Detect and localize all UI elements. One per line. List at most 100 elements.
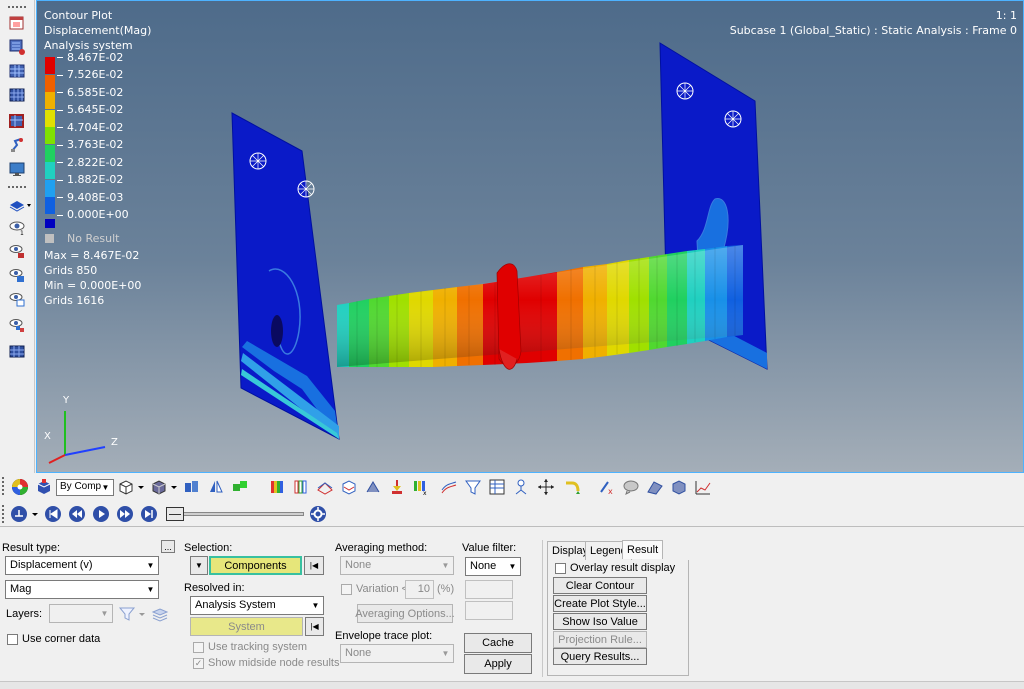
eye-isolate-icon[interactable] [7, 290, 27, 308]
value-filter-select[interactable]: None ▼ [465, 557, 521, 576]
streamline-icon[interactable] [440, 478, 458, 496]
cache-button[interactable]: Cache [464, 633, 532, 653]
funnel-icon[interactable] [464, 478, 482, 496]
mirror-icon[interactable] [207, 478, 225, 496]
graphics-viewport[interactable]: Contour Plot Displacement(Mag) Analysis … [36, 0, 1024, 473]
variation-label: Variation < [356, 583, 409, 595]
show-iso-value-button[interactable]: Show Iso Value [553, 613, 647, 630]
create-plot-style-button[interactable]: Create Plot Style... [553, 595, 647, 612]
eye-show-all-icon[interactable] [7, 316, 27, 334]
vector-icon[interactable] [364, 478, 382, 496]
tracking-icon[interactable] [512, 478, 530, 496]
toolbar-grip[interactable] [2, 505, 5, 523]
legend-value: 2.822E-02 [67, 155, 124, 169]
measure-icon[interactable] [388, 478, 406, 496]
animation-mode-dropdown-icon[interactable] [30, 505, 40, 523]
animation-mode-icon[interactable] [10, 505, 28, 523]
layer-filter-dropdown-icon[interactable] [138, 605, 146, 623]
overlay-result-checkbox[interactable] [555, 563, 566, 574]
sync-window-icon[interactable] [7, 112, 27, 130]
components-icon[interactable] [183, 478, 201, 496]
mesh-icon[interactable] [7, 342, 27, 360]
step-forward-icon[interactable] [116, 505, 134, 523]
component-select[interactable]: Mag ▼ [5, 580, 159, 599]
eye-icon[interactable]: 1 [7, 218, 27, 236]
envelope-trace-select[interactable]: None ▼ [340, 644, 454, 663]
max-value-text: Max = 8.467E-02 [44, 249, 140, 262]
clear-contour-button[interactable]: Clear Contour [553, 577, 647, 594]
layers-select[interactable]: ▼ [49, 604, 113, 623]
wireframe-icon[interactable] [117, 478, 135, 496]
use-tracking-checkbox[interactable] [193, 642, 204, 653]
selection-dropdown-button[interactable]: ▼ [190, 556, 208, 575]
window-grid-icon[interactable] [7, 86, 27, 104]
reverse-selection-button[interactable]: |◀ [304, 556, 324, 575]
skip-back-icon: |◀ [309, 561, 319, 570]
variation-checkbox[interactable] [341, 584, 352, 595]
chart-icon[interactable] [694, 478, 712, 496]
path-icon[interactable] [563, 478, 581, 496]
projection-rule-button[interactable]: Projection Rule... [553, 631, 647, 648]
add-component-icon[interactable] [231, 478, 249, 496]
contour-icon[interactable] [268, 478, 286, 496]
shaded-icon[interactable] [150, 478, 168, 496]
legend-swatch [45, 92, 55, 109]
note-icon[interactable] [622, 478, 640, 496]
color-wheel-icon[interactable] [11, 478, 29, 496]
filter-min-input[interactable] [465, 580, 513, 599]
legend-swatch [45, 179, 55, 197]
averaging-options-button[interactable]: Averaging Options... [355, 604, 455, 623]
assign-contour-icon[interactable] [292, 478, 310, 496]
color-by-icon[interactable] [35, 478, 53, 496]
averaging-method-select[interactable]: None ▼ [340, 556, 454, 575]
system-button[interactable]: System [190, 617, 303, 636]
contour-legend[interactable]: 8.467E-02 7.526E-02 6.585E-02 5.645E-02 4.70… [37, 51, 197, 247]
eye-hide-icon[interactable] [7, 266, 27, 284]
query-results-button[interactable]: Query Results... [553, 648, 647, 665]
filter-max-input[interactable] [465, 601, 513, 620]
tab-result[interactable]: Result [622, 540, 664, 559]
deformed-icon[interactable] [316, 478, 334, 496]
iso-value-icon[interactable] [340, 478, 358, 496]
toolbar-grip[interactable] [8, 186, 26, 189]
plane-section-icon[interactable] [646, 478, 664, 496]
overlay-result-label: Overlay result display [570, 562, 676, 574]
apply-button[interactable]: Apply [464, 654, 532, 674]
toolbar-grip[interactable] [8, 6, 26, 9]
show-midside-checkbox[interactable]: ✓ [193, 658, 204, 669]
frame-slider-thumb[interactable] [166, 507, 184, 521]
contour-table-icon[interactable]: x [412, 478, 430, 496]
fit-view-icon[interactable] [537, 478, 555, 496]
section-cut-icon[interactable]: x [598, 478, 616, 496]
variation-input[interactable]: 10 [405, 580, 434, 599]
step-back-icon[interactable] [68, 505, 86, 523]
value-filter-value: None [470, 560, 497, 572]
page-window-icon[interactable] [7, 14, 27, 32]
shaded-dropdown-icon[interactable] [169, 478, 179, 496]
animation-icon[interactable] [7, 136, 27, 154]
toolbar-grip[interactable] [2, 477, 5, 495]
layers-dropdown-icon[interactable] [7, 196, 33, 214]
result-file-button[interactable]: ... [161, 540, 175, 553]
query-table-icon[interactable] [488, 478, 506, 496]
by-comp-select[interactable]: By Comp ▼ [56, 479, 114, 496]
components-button[interactable]: Components [209, 556, 302, 575]
add-window-icon[interactable] [7, 38, 27, 56]
box-section-icon[interactable] [670, 478, 688, 496]
use-corner-data-checkbox[interactable] [7, 634, 18, 645]
monitor-icon[interactable] [7, 160, 27, 178]
by-comp-value: By Comp [60, 481, 102, 492]
system-reverse-button[interactable]: |◀ [305, 617, 324, 636]
skip-end-icon[interactable] [140, 505, 158, 523]
resolved-in-select[interactable]: Analysis System ▼ [190, 596, 324, 615]
layer-stack-icon[interactable] [151, 605, 169, 623]
layer-filter-icon[interactable] [118, 605, 136, 623]
wireframe-dropdown-icon[interactable] [136, 478, 146, 496]
eye-select-icon[interactable] [7, 242, 27, 260]
play-icon[interactable] [92, 505, 110, 523]
animation-settings-icon[interactable] [309, 505, 327, 523]
layout-icon[interactable] [7, 62, 27, 80]
result-type-select[interactable]: Displacement (v) ▼ [5, 556, 159, 575]
skip-start-icon[interactable] [44, 505, 62, 523]
frame-slider[interactable] [166, 507, 304, 521]
